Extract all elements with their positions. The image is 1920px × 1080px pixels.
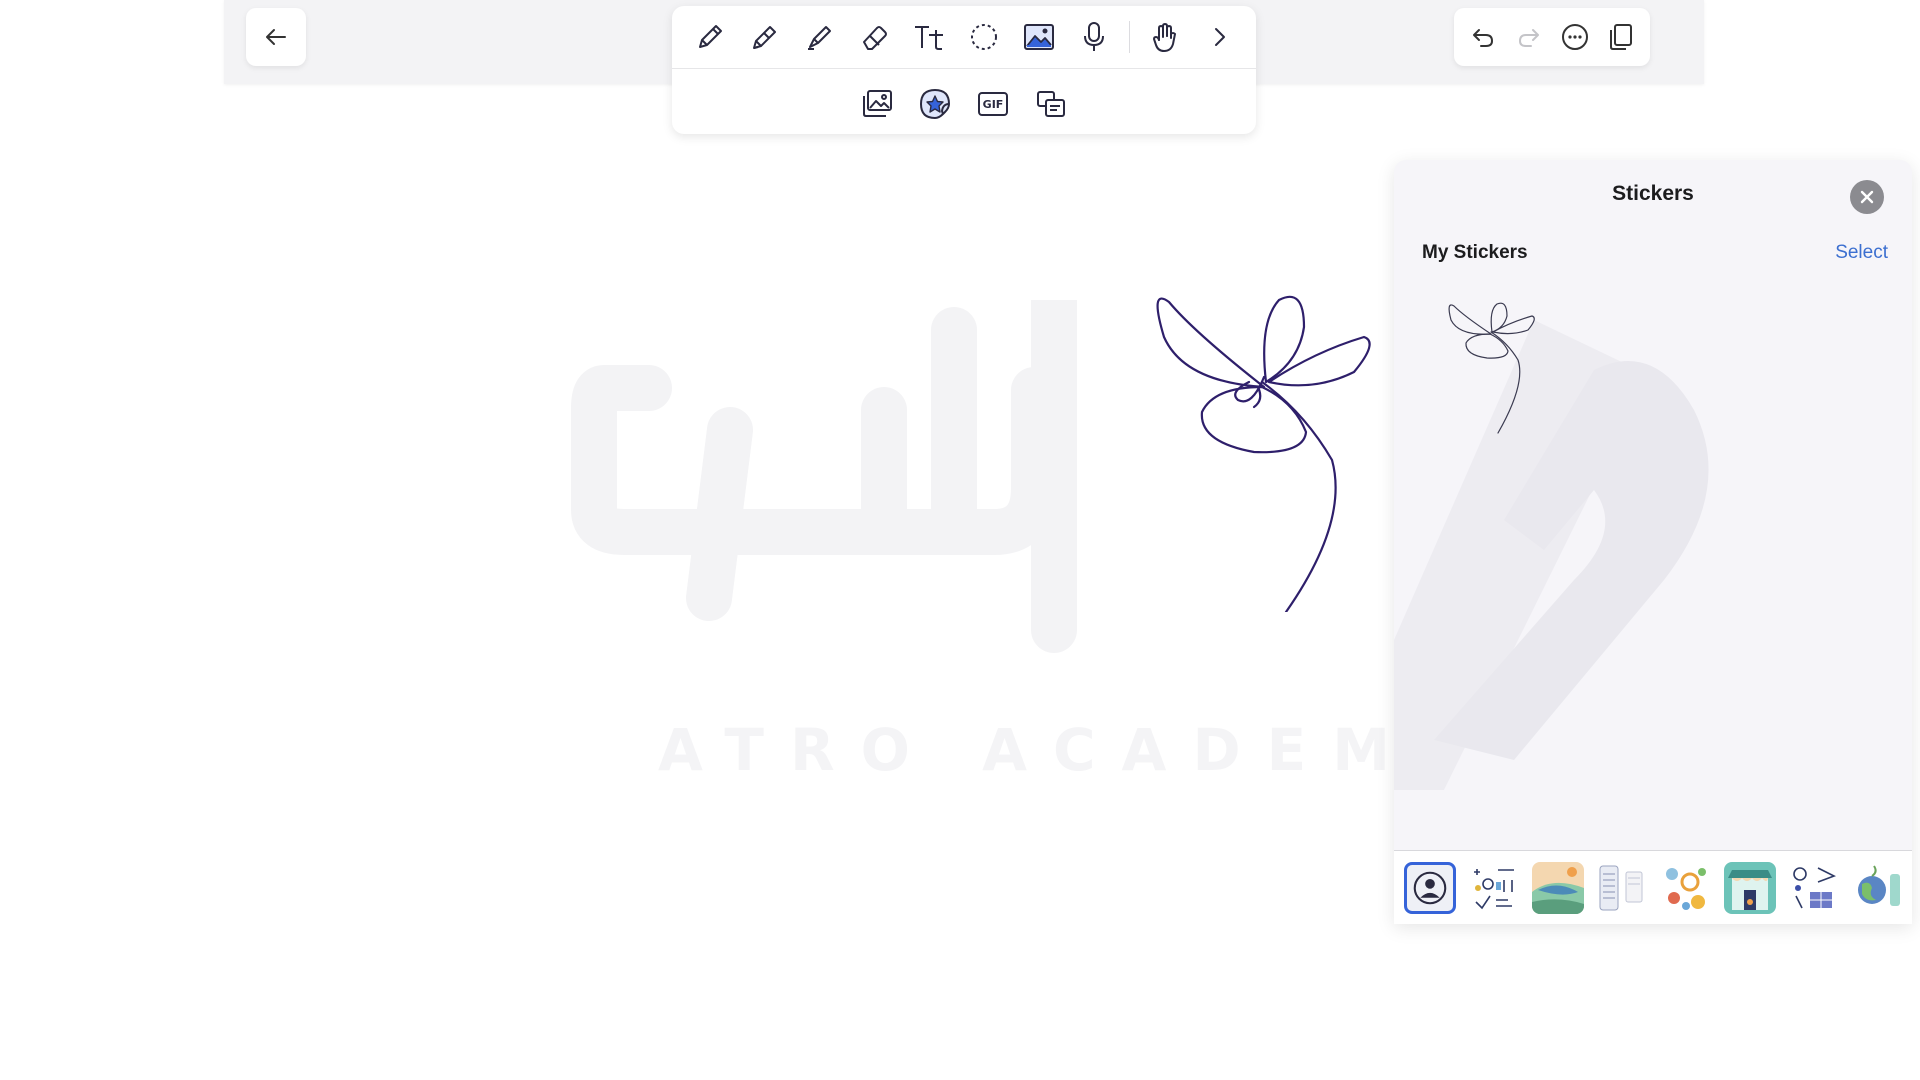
pages-icon: [1610, 24, 1632, 50]
close-icon: [1860, 190, 1874, 204]
tools-row-primary: [672, 6, 1256, 68]
flower-drawing: [1156, 295, 1371, 612]
eraser-icon: [862, 26, 887, 50]
hand-tool[interactable]: [1145, 17, 1185, 57]
highlighter-tool[interactable]: [799, 17, 839, 57]
eraser-tool[interactable]: [854, 17, 894, 57]
redo-button[interactable]: [1509, 17, 1549, 57]
notes-app: ATRO ACADEMY GIF Stickers My Stickers Se…: [224, 0, 1912, 1080]
pencil-tool[interactable]: [744, 17, 784, 57]
more-tools-button[interactable]: [1200, 17, 1240, 57]
gif-tool[interactable]: GIF: [973, 84, 1013, 124]
tray-pack-math[interactable]: [1468, 861, 1520, 914]
undo-button[interactable]: [1463, 17, 1503, 57]
undo-icon: [1473, 29, 1493, 47]
shapes-icon: [1037, 91, 1065, 117]
landscape-pack-thumbnail: [1532, 861, 1584, 914]
text-tool[interactable]: [909, 17, 949, 57]
food-pack-thumbnail: [1660, 861, 1712, 914]
user-circle-icon: [1413, 871, 1447, 904]
back-button[interactable]: [246, 8, 306, 66]
sticker-flower-thumbnail[interactable]: [1446, 298, 1546, 438]
panel-title: Stickers: [1612, 182, 1694, 205]
sticker-star-icon: [919, 88, 951, 120]
arrow-left-icon: [266, 29, 286, 45]
text-icon: [914, 26, 943, 50]
microphone-tool[interactable]: [1074, 17, 1114, 57]
tray-my-stickers[interactable]: [1404, 861, 1456, 914]
gif-label: GIF: [982, 97, 1004, 111]
chevron-right-icon: [1214, 28, 1225, 46]
pages-button[interactable]: [1601, 17, 1641, 57]
pen-icon: [698, 25, 722, 48]
redo-icon: [1519, 29, 1539, 47]
close-button[interactable]: [1850, 180, 1884, 214]
ellipsis-circle-icon: [1562, 24, 1588, 50]
travel-pack-thumbnail: [1852, 861, 1904, 914]
stickers-panel: Stickers My Stickers Select: [1394, 160, 1912, 924]
tools-toolbar: GIF: [672, 6, 1256, 134]
select-button[interactable]: Select: [1828, 242, 1888, 264]
image-icon: [1023, 24, 1054, 50]
lasso-tool[interactable]: [964, 17, 1004, 57]
watermark-text: ATRO ACADEMY: [658, 716, 1484, 784]
tray-pack-food[interactable]: [1660, 861, 1712, 914]
microphone-icon: [1083, 22, 1104, 51]
tray-pack-travel[interactable]: [1852, 861, 1904, 914]
lasso-icon: [970, 24, 997, 50]
stationery-pack-thumbnail: [1788, 861, 1840, 914]
my-stickers-heading: My Stickers: [1422, 242, 1528, 263]
tray-pack-store[interactable]: [1724, 861, 1776, 914]
more-options-button[interactable]: [1555, 17, 1595, 57]
pencil-icon: [752, 26, 776, 49]
notes-pack-thumbnail: [1596, 861, 1648, 914]
hand-icon: [1152, 23, 1176, 52]
sticker-pack-tray: [1394, 850, 1912, 924]
highlighter-icon: [807, 26, 831, 50]
pen-tool[interactable]: [689, 17, 729, 57]
toolbar-divider: [672, 68, 1256, 69]
stickers-tool[interactable]: [915, 84, 955, 124]
store-pack-thumbnail: [1724, 861, 1776, 914]
header-actions: [1454, 8, 1650, 66]
math-pack-thumbnail: [1468, 861, 1520, 914]
shapes-tool[interactable]: [1031, 84, 1071, 124]
tools-row-media: GIF: [672, 76, 1256, 132]
tray-pack-notes[interactable]: [1596, 861, 1648, 914]
toolbar-separator: [1128, 21, 1130, 53]
photos-icon: [863, 90, 892, 117]
tray-pack-landscape[interactable]: [1532, 861, 1584, 914]
image-tool[interactable]: [1019, 17, 1059, 57]
photos-tool[interactable]: [857, 84, 897, 124]
tray-pack-stationery[interactable]: [1788, 861, 1840, 914]
